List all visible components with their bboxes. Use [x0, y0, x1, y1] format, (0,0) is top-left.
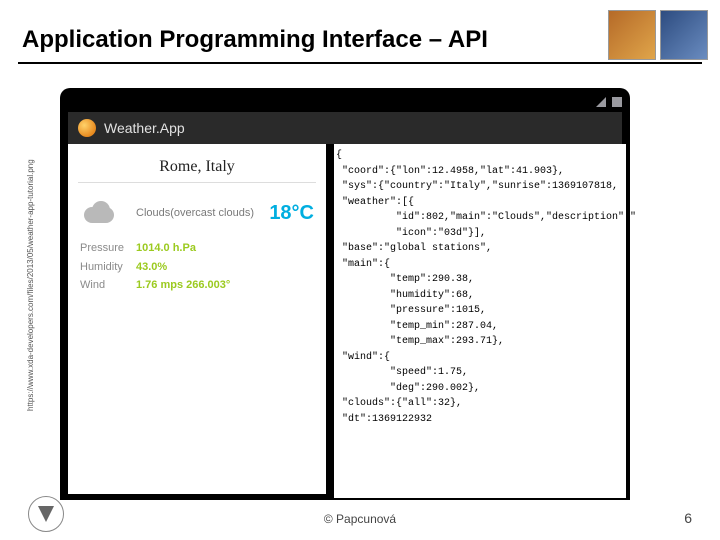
humidity-label: Humidity	[80, 258, 136, 277]
slide-title: Application Programming Interface – API	[22, 26, 488, 54]
wind-value: 1.76 mps 266.003°	[136, 279, 230, 291]
metrics-block: Pressure1014.0 h.Pa Humidity43.0% Wind1.…	[68, 229, 326, 305]
thumbnail-icon	[608, 10, 656, 60]
app-name: Weather.App	[104, 120, 185, 136]
footer-author: © Papcunová	[0, 512, 720, 526]
weather-app-body: Rome, Italy Clouds(overcast clouds) 18°C…	[68, 144, 326, 494]
pressure-value: 1014.0 h.Pa	[136, 242, 196, 254]
battery-icon	[612, 97, 622, 107]
signal-icon	[596, 97, 606, 107]
corner-thumbnails	[608, 10, 708, 60]
device-frame: Weather.App Rome, Italy Clouds(overcast …	[60, 88, 630, 500]
divider	[78, 182, 316, 183]
json-response-panel: { "coord":{"lon":12.4958,"lat":41.903}, …	[334, 144, 626, 498]
thumbnail-icon	[660, 10, 708, 60]
weather-app-icon	[78, 119, 96, 137]
android-status-bar	[68, 94, 622, 110]
page-number: 6	[684, 510, 692, 526]
divider	[18, 62, 702, 64]
humidity-value: 43.0%	[136, 261, 167, 273]
cloud-icon	[80, 199, 122, 227]
pressure-label: Pressure	[80, 239, 136, 258]
condition-text: Clouds(overcast clouds)	[136, 207, 254, 219]
location-label: Rome, Italy	[68, 144, 326, 180]
app-header: Weather.App	[68, 112, 622, 144]
temperature-value: 18°C	[269, 202, 314, 225]
source-caption: https://www.xda-developers.com/files/201…	[26, 110, 38, 460]
wind-label: Wind	[80, 276, 136, 295]
